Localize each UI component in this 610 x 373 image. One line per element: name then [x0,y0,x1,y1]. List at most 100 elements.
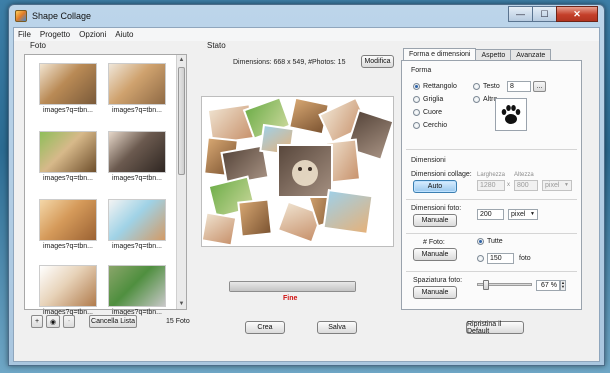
progress-status: Fine [283,295,298,302]
title-bar[interactable]: Shape Collage — ☐ ✕ [9,5,604,27]
thumbnail-caption: images?q=tbn... [42,175,93,182]
photo-thumbnail[interactable]: images?q=tbn... [102,131,172,182]
menu-aiuto[interactable]: Aiuto [115,30,133,39]
photo-list-scrollbar[interactable]: ▲ ▼ [176,55,186,309]
scroll-down-icon[interactable]: ▼ [177,299,186,309]
create-button[interactable]: Crea [245,321,285,334]
shape-preview [495,98,527,131]
option-tutte[interactable]: Tutte [477,238,503,245]
thumbnail-caption: images?q=tbn... [111,175,162,182]
photo-count: 15 Foto [166,318,190,325]
add-web-photo-button[interactable]: ◉ [46,315,60,328]
thumbnail-caption: images?q=tbn... [111,243,162,250]
thumbnail-image [108,131,166,173]
photo-thumbnail[interactable]: images?q=tbn... [33,63,103,114]
spacing-slider-knob[interactable] [482,280,489,290]
width-label: Larghezza [477,172,506,178]
remove-photo-button[interactable]: - [63,315,75,328]
separator [406,233,577,234]
radio-cuore[interactable] [413,109,420,116]
dimensions-info: Dimensions: 668 x 549, #Photos: 15 [233,59,346,66]
status-section-label: Stato [207,41,226,50]
spacing-value-input[interactable]: 67 % [536,280,560,291]
separator [406,199,577,200]
radio-rettangolo[interactable] [413,83,420,90]
chevron-down-icon: ▼ [564,182,569,188]
shape-text-input[interactable]: 8 [507,81,531,92]
option-cuore[interactable]: Cuore [413,109,442,116]
browse-shape-button[interactable]: ... [533,81,546,92]
close-button[interactable]: ✕ [556,6,598,22]
spacing-manual-button[interactable]: Manuale [413,286,457,299]
photo-thumbnail[interactable]: images?q=tbn... [102,265,172,316]
modify-button[interactable]: Modifica [361,55,394,68]
photo-size-input[interactable]: 200 [477,209,504,220]
num-photos-label: # Foto: [423,239,445,246]
collage-size-label: Dimensioni collage: [411,171,472,178]
option-label: Rettangolo [423,83,457,90]
collage-height-input[interactable]: 800 [514,180,538,191]
collage-unit-select[interactable]: pixel ▼ [542,180,572,191]
collage-width-input[interactable]: 1280 [477,180,505,191]
option-count[interactable] [477,255,487,262]
radio-griglia[interactable] [413,96,420,103]
photo-thumbnail[interactable]: images?q=tbn... [33,131,103,182]
option-altro[interactable]: Altro [473,96,497,103]
thumbnail-caption: images?q=tbn... [111,107,162,114]
option-label: Tutte [487,238,503,245]
option-griglia[interactable]: Griglia [413,96,443,103]
menu-progetto[interactable]: Progetto [40,30,70,39]
radio-count[interactable] [477,255,484,262]
reset-defaults-button[interactable]: Ripristina il Default [466,321,524,335]
height-label: Altezza [514,172,534,178]
collage-preview [201,96,394,247]
menu-file[interactable]: File [18,30,31,39]
photo-count-unit: foto [519,255,531,262]
collage-unit-value: pixel [545,182,560,189]
radio-tutte[interactable] [477,238,484,245]
shape-group-label: Forma [411,67,432,74]
photo-thumbnail[interactable]: images?q=tbn... [102,199,172,250]
settings-page: Forma Rettangolo Griglia Cuore Cerchio T… [401,60,582,310]
photo-size-manual-button[interactable]: Manuale [413,214,457,227]
num-photos-manual-button[interactable]: Manuale [413,248,457,261]
option-label: Griglia [423,96,444,103]
times-label: x [507,182,510,188]
scroll-up-icon[interactable]: ▲ [177,55,186,65]
option-rettangolo[interactable]: Rettangolo [413,83,457,90]
maximize-button[interactable]: ☐ [532,6,557,22]
photo-list[interactable]: images?q=tbn... images?q=tbn... images?q=t… [24,54,187,316]
spacing-spinner[interactable]: ▲ ▼ [560,280,566,291]
thumbnail-caption: images?q=tbn... [42,243,93,250]
collage-size-auto-button[interactable]: Auto [413,180,457,193]
spacing-label: Spaziatura foto: [413,277,463,284]
option-label: Testo [483,83,500,90]
progress-fill [230,282,355,291]
option-testo[interactable]: Testo [473,83,500,90]
photo-thumbnail[interactable]: images?q=tbn... [33,265,103,316]
photo-thumbnail[interactable]: images?q=tbn... [33,199,103,250]
add-photo-button[interactable]: + [31,315,43,328]
photo-count-input[interactable]: 150 [487,253,514,264]
option-cerchio[interactable]: Cerchio [413,122,447,129]
dimensions-group-label: Dimensioni [411,157,446,164]
save-button[interactable]: Salva [317,321,357,334]
menu-opzioni[interactable]: Opzioni [79,30,106,39]
thumbnail-image [108,199,166,241]
photo-size-label: Dimensioni foto: [411,205,462,212]
radio-altro[interactable] [473,96,480,103]
photo-unit-value: pixel [511,211,526,218]
chevron-down-icon: ▼ [530,211,535,217]
radio-testo[interactable] [473,83,480,90]
minimize-button[interactable]: — [508,6,533,22]
thumbnail-image [39,199,97,241]
photo-thumbnail[interactable]: images?q=tbn... [102,63,172,114]
scrollbar-thumb[interactable] [178,67,185,175]
radio-cerchio[interactable] [413,122,420,129]
window-title: Shape Collage [32,11,92,21]
photo-unit-select[interactable]: pixel ▼ [508,209,538,220]
collage-image [202,97,393,246]
clear-list-button[interactable]: Cancella Lista [89,315,137,328]
thumbnail-image [39,63,97,105]
paw-icon [501,104,521,124]
